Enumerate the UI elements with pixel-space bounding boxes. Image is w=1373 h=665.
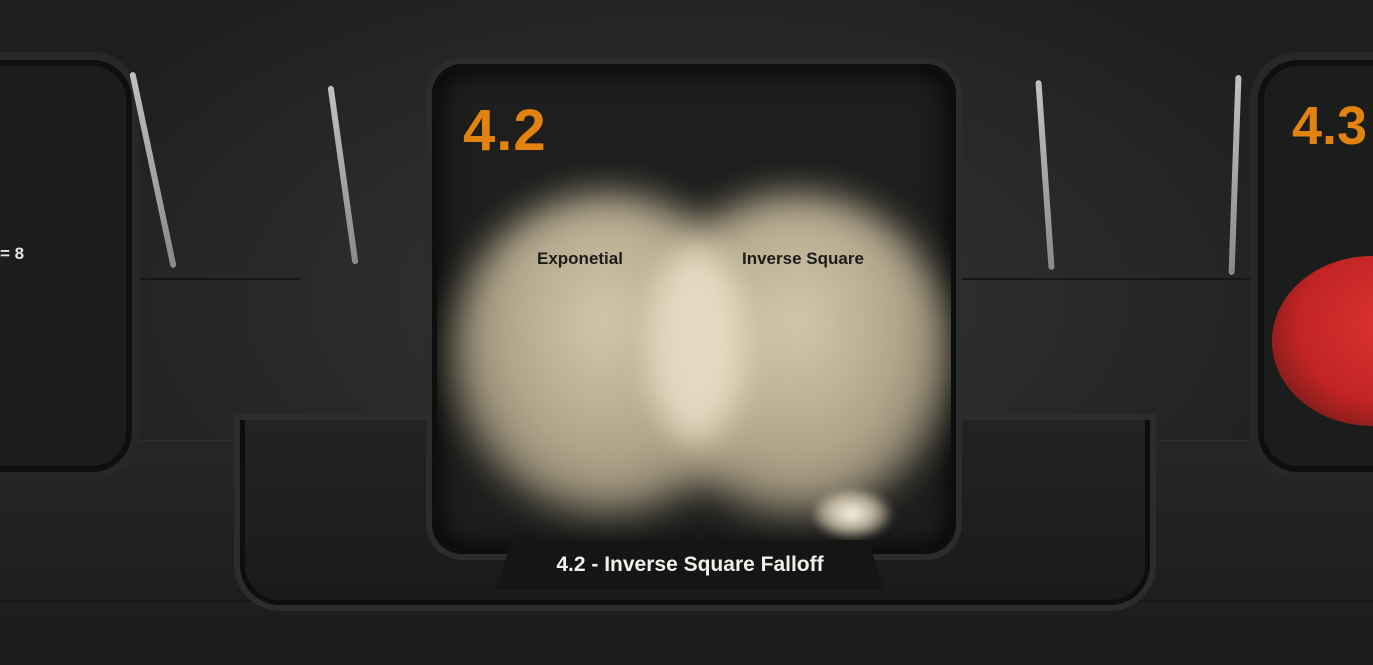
wall-streak xyxy=(1035,80,1055,270)
wall-streak xyxy=(1228,74,1242,276)
inverse-square-hotspot xyxy=(812,489,892,539)
overlap-light-glow xyxy=(647,249,742,439)
wall-streak xyxy=(129,71,177,269)
exponential-label: Exponetial xyxy=(537,249,623,268)
scene-3d-viewport: = 8 4.3 4.2 Exponetial Inverse Square 4.… xyxy=(0,0,1373,665)
main-display-panel: 4.2 Exponetial Inverse Square xyxy=(432,64,956,554)
panel-number: 4.2 xyxy=(463,98,547,163)
caption-text: 4.2 - Inverse Square Falloff xyxy=(556,553,824,576)
left-display-panel xyxy=(0,60,132,472)
caption-plate: 4.2 - Inverse Square Falloff xyxy=(496,540,884,590)
left-panel-partial-label: = 8 xyxy=(0,244,25,263)
red-light-glow xyxy=(1272,256,1373,426)
wall-streak xyxy=(327,85,359,265)
right-panel-number: 4.3 xyxy=(1292,96,1368,156)
inverse-square-label: Inverse Square xyxy=(742,249,864,268)
